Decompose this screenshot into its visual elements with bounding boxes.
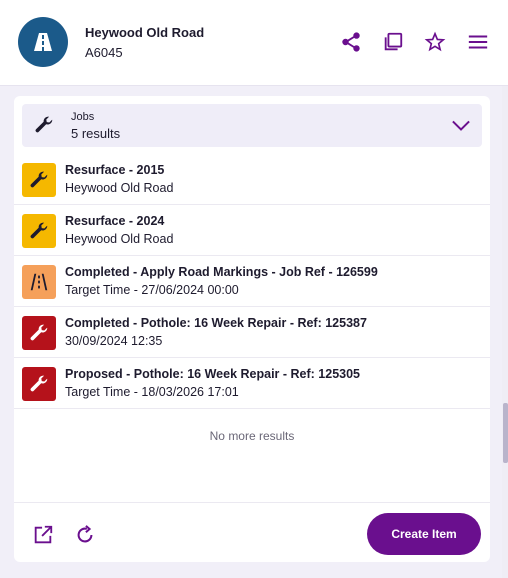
chevron-down-icon[interactable]: [450, 116, 472, 139]
jobs-section-header[interactable]: Jobs 5 results: [22, 104, 482, 147]
wrench-icon: [22, 163, 56, 197]
list-item[interactable]: Proposed - Pothole: 16 Week Repair - Ref…: [14, 358, 490, 409]
jobs-count: 5 results: [71, 126, 121, 141]
star-icon[interactable]: [423, 30, 447, 54]
jobs-panel: Jobs 5 results Resurface - 2015 Heywood …: [14, 96, 490, 562]
scrollbar-track[interactable]: [502, 86, 508, 578]
wrench-icon: [22, 367, 56, 401]
page-title: Heywood Old Road: [85, 25, 205, 40]
share-icon[interactable]: [339, 30, 363, 54]
wrench-icon: [22, 214, 56, 248]
item-title: Resurface - 2024: [65, 214, 165, 228]
item-title: Proposed - Pothole: 16 Week Repair - Ref…: [65, 367, 361, 381]
menu-icon[interactable]: [466, 30, 490, 54]
create-item-button[interactable]: Create Item: [367, 513, 481, 555]
list-item[interactable]: Resurface - 2024 Heywood Old Road: [14, 205, 490, 256]
item-subtitle: Target Time - 18/03/2026 17:01: [65, 385, 239, 399]
divider: [14, 502, 490, 503]
road-markings-icon: [22, 265, 56, 299]
list-item[interactable]: Completed - Apply Road Markings - Job Re…: [14, 256, 490, 307]
scrollbar-thumb[interactable]: [503, 403, 508, 463]
open-external-icon[interactable]: [31, 523, 55, 547]
jobs-label: Jobs: [71, 111, 95, 123]
item-title: Completed - Pothole: 16 Week Repair - Re…: [65, 316, 367, 330]
list-item[interactable]: Resurface - 2015 Heywood Old Road: [14, 154, 490, 205]
wrench-icon: [33, 114, 55, 141]
item-subtitle: 30/09/2024 12:35: [65, 334, 163, 348]
wrench-icon: [22, 316, 56, 350]
item-subtitle: Target Time - 27/06/2024 00:00: [65, 283, 239, 297]
item-subtitle: Heywood Old Road: [65, 232, 174, 246]
list-item[interactable]: Completed - Pothole: 16 Week Repair - Re…: [14, 307, 490, 358]
copy-icon[interactable]: [381, 30, 405, 54]
refresh-icon[interactable]: [73, 523, 97, 547]
item-title: Completed - Apply Road Markings - Job Re…: [65, 265, 378, 279]
no-more-results: No more results: [209, 429, 295, 443]
item-title: Resurface - 2015: [65, 163, 165, 177]
road-icon: [18, 17, 68, 67]
item-subtitle: Heywood Old Road: [65, 181, 174, 195]
page-subtitle: A6045: [85, 45, 123, 60]
header: Heywood Old Road A6045: [0, 0, 508, 86]
